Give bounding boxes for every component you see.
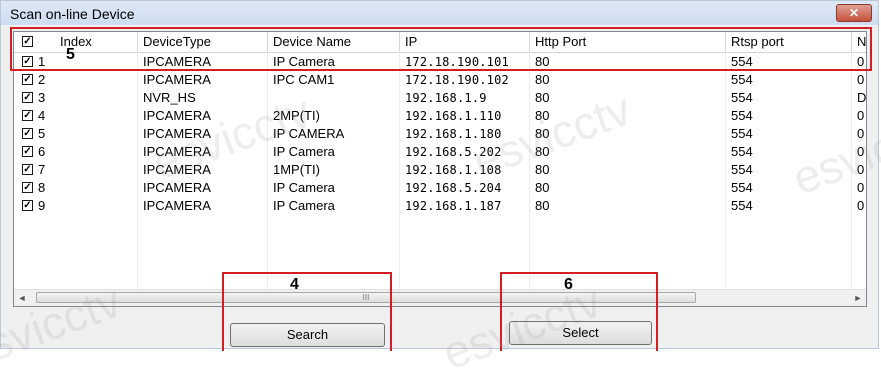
- cell-devicetype: IPCAMERA: [143, 198, 211, 213]
- table-row[interactable]: ✓ 8 IPCAMERA IP Camera 192.168.5.204 80 554 0: [14, 179, 866, 197]
- row-checkbox[interactable]: ✓: [22, 182, 33, 193]
- cell-device-name: IP Camera: [273, 144, 335, 159]
- cell-ip: 192.168.1.187: [405, 199, 502, 213]
- callout-box-search: [222, 272, 392, 351]
- cell-n: 0: [857, 198, 865, 213]
- cell-rtsp-port: 554: [731, 90, 753, 105]
- callout-number-4: 4: [290, 276, 299, 293]
- cell-rtsp-port: 554: [731, 108, 753, 123]
- cell-index: 5: [38, 126, 46, 141]
- cell-index: 7: [38, 162, 46, 177]
- cell-devicetype: IPCAMERA: [143, 72, 211, 87]
- table-row[interactable]: ✓ 2 IPCAMERA IPC CAM1 172.18.190.102 80 554 0: [14, 71, 866, 89]
- device-list: ✓ Index DeviceType Device Name IP Http P…: [13, 31, 867, 307]
- cell-n: D: [857, 90, 867, 105]
- cell-device-name: IP Camera: [273, 180, 335, 195]
- row-checkbox[interactable]: ✓: [22, 146, 33, 157]
- cell-ip: 172.18.190.102: [405, 73, 509, 87]
- table-row[interactable]: ✓ 4 IPCAMERA 2MP(TI) 192.168.1.110 80 554 0: [14, 107, 866, 125]
- cell-http-port: 80: [535, 180, 550, 195]
- row-checkbox[interactable]: ✓: [22, 164, 33, 175]
- cell-rtsp-port: 554: [731, 198, 753, 213]
- cell-index: 3: [38, 90, 46, 105]
- callout-box-header-row: [10, 27, 872, 71]
- cell-index: 8: [38, 180, 46, 195]
- cell-device-name: 1MP(TI): [273, 162, 320, 177]
- cell-index: 2: [38, 72, 46, 87]
- row-checkbox[interactable]: ✓: [22, 128, 33, 139]
- row-checkbox[interactable]: ✓: [22, 200, 33, 211]
- cell-n: 0: [857, 108, 865, 123]
- cell-n: 0: [857, 72, 865, 87]
- table-row[interactable]: ✓ 9 IPCAMERA IP Camera 192.168.1.187 80 554 0: [14, 197, 866, 215]
- scroll-right-arrow-icon[interactable]: ►: [850, 290, 866, 306]
- close-button[interactable]: ✕: [836, 4, 872, 22]
- cell-ip: 192.168.5.204: [405, 181, 502, 195]
- cell-ip: 192.168.1.9: [405, 91, 487, 105]
- callout-number-5: 5: [66, 46, 75, 63]
- row-checkbox[interactable]: ✓: [22, 74, 33, 85]
- cell-http-port: 80: [535, 72, 550, 87]
- table-row[interactable]: ✓ 3 NVR_HS 192.168.1.9 80 554 D: [14, 89, 866, 107]
- row-checkbox[interactable]: ✓: [22, 110, 33, 121]
- row-checkbox[interactable]: ✓: [22, 92, 33, 103]
- cell-http-port: 80: [535, 162, 550, 177]
- window-title: Scan on-line Device: [10, 6, 135, 22]
- cell-device-name: IP Camera: [273, 198, 335, 213]
- cell-index: 9: [38, 198, 46, 213]
- table-row[interactable]: ✓ 5 IPCAMERA IP CAMERA 192.168.1.180 80 554 0: [14, 125, 866, 143]
- cell-http-port: 80: [535, 198, 550, 213]
- table-row[interactable]: ✓ 7 IPCAMERA 1MP(TI) 192.168.1.108 80 554 0: [14, 161, 866, 179]
- cell-index: 4: [38, 108, 46, 123]
- table-row[interactable]: ✓ 6 IPCAMERA IP Camera 192.168.5.202 80 554 0: [14, 143, 866, 161]
- horizontal-scrollbar[interactable]: ◄ III ►: [14, 289, 866, 306]
- cell-index: 6: [38, 144, 46, 159]
- title-bar: Scan on-line Device ✕: [1, 1, 878, 25]
- cell-rtsp-port: 554: [731, 72, 753, 87]
